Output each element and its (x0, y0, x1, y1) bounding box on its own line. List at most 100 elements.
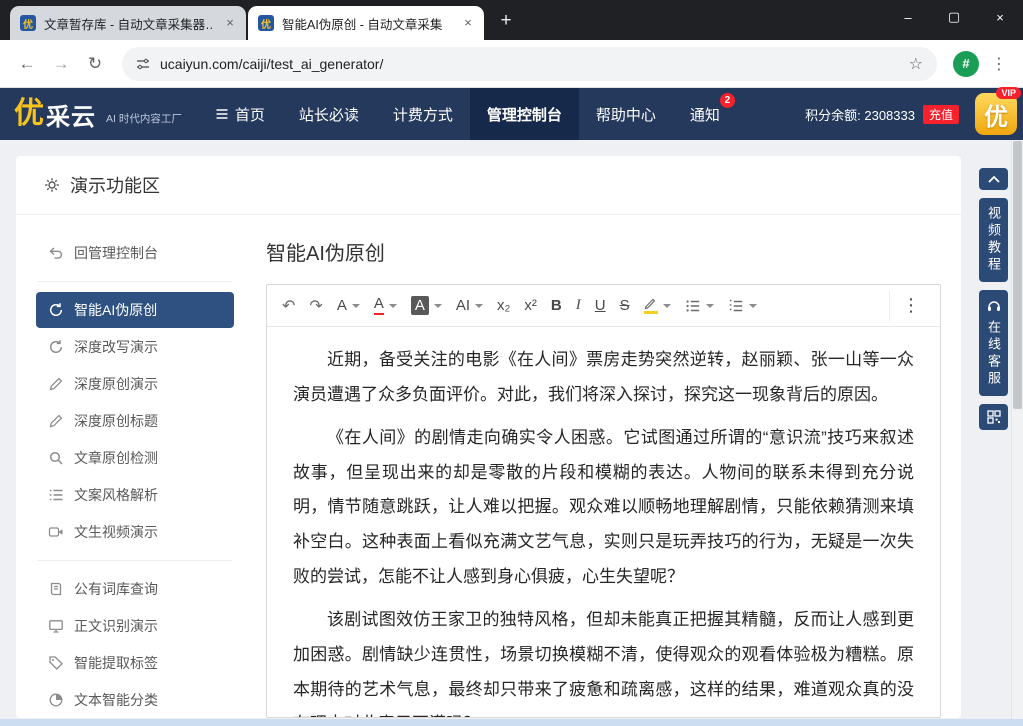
nav-item-console[interactable]: 管理控制台 (470, 88, 579, 140)
sidebar-item-content-extract[interactable]: 正文识别演示 (36, 608, 234, 644)
redo-button[interactable]: ↷ (302, 291, 329, 321)
divider (38, 281, 232, 282)
sidebar-item-text-to-video[interactable]: 文生视频演示 (36, 514, 234, 550)
italic-button[interactable]: I (569, 291, 588, 321)
font-color-button[interactable]: A (367, 291, 404, 321)
more-options-button[interactable]: ⋮ (889, 291, 932, 321)
qr-code-icon (987, 410, 1001, 424)
profile-avatar[interactable]: # (953, 51, 979, 77)
nav-item-pricing[interactable]: 计费方式 (376, 88, 470, 140)
new-tab-button[interactable]: + (492, 7, 520, 35)
section-title: 演示功能区 (70, 172, 160, 198)
reload-button[interactable]: ↻ (80, 49, 110, 79)
rail-label: 视频教程 (987, 206, 1000, 274)
book-icon (48, 581, 64, 597)
back-button[interactable]: ← (12, 49, 42, 79)
forward-button[interactable]: → (46, 49, 76, 79)
nav-label: 计费方式 (393, 104, 453, 125)
bold-button[interactable]: B (544, 291, 569, 321)
browser-tab-1[interactable]: 优 文章暂存库 - 自动文章采集器… × (10, 6, 246, 40)
bullet-list-button[interactable] (678, 291, 721, 321)
sidebar-item-label: 回管理控制台 (74, 243, 158, 263)
editor-toolbar: ↶ ↷ A A A AI x₂ x² B I U S (267, 285, 940, 327)
sidebar-item-deep-original[interactable]: 深度原创演示 (36, 366, 234, 402)
online-service-button[interactable]: 在线客服 (979, 290, 1008, 396)
chevron-down-icon (389, 304, 397, 308)
notification-badge: 2 (720, 93, 735, 108)
nav-item-help[interactable]: 帮助中心 (579, 88, 673, 140)
subscript-button[interactable]: x₂ (490, 291, 517, 321)
nav-label: 帮助中心 (596, 104, 656, 125)
browser-tab-2[interactable]: 优 智能AI伪原创 - 自动文章采集 × (248, 6, 484, 40)
strikethrough-button[interactable]: S (613, 291, 637, 321)
site-settings-icon[interactable] (136, 57, 150, 71)
chevron-up-icon (987, 174, 1001, 184)
ordered-list-button[interactable] (721, 291, 764, 321)
underline-button[interactable]: U (588, 291, 613, 321)
address-bar[interactable]: ucaiyun.com/caiji/test_ai_generator/ ☆ (122, 47, 937, 81)
maximize-button[interactable]: ▢ (931, 0, 977, 34)
sidebar-item-text-classify[interactable]: 文本智能分类 (36, 682, 234, 718)
window-controls: – ▢ × (885, 0, 1023, 34)
font-color-icon: A (374, 296, 384, 315)
bookmark-star-icon[interactable]: ☆ (909, 54, 923, 74)
vip-badge[interactable]: 优 VIP (975, 93, 1017, 135)
site-logo[interactable]: 优 采云 AI 时代内容工厂 (14, 88, 182, 140)
sidebar-item-original-title[interactable]: 深度原创标题 (36, 403, 234, 439)
monitor-icon (48, 618, 64, 634)
editor-paragraph: 近期，备受关注的电影《在人间》票房走势突然逆转，赵丽颖、张一山等一众演员遭遇了众… (293, 343, 914, 413)
sidebar-item-label: 文本智能分类 (74, 690, 158, 710)
close-tab-icon[interactable]: × (460, 15, 476, 31)
sidebar-back-to-console[interactable]: 回管理控制台 (36, 235, 234, 271)
heading-button[interactable]: A (330, 291, 367, 321)
font-size-icon: AI (456, 297, 470, 314)
rail-label: 在线客服 (987, 320, 1000, 388)
sidebar-item-label: 深度原创演示 (74, 374, 158, 394)
sidebar-item-ai-paraphrase[interactable]: 智能AI伪原创 (36, 292, 234, 328)
undo-button[interactable]: ↶ (275, 291, 302, 321)
font-size-button[interactable]: AI (449, 291, 490, 321)
points-balance: 积分余额: 2308333 (805, 105, 915, 124)
page-title: 智能AI伪原创 (266, 237, 941, 266)
sidebar-item-label: 深度原创标题 (74, 411, 158, 431)
site-tagline: AI 时代内容工厂 (106, 111, 182, 126)
scroll-top-button[interactable] (979, 168, 1008, 190)
chevron-down-icon (352, 304, 360, 308)
recharge-button[interactable]: 充值 (923, 105, 959, 124)
sidebar-item-tag-extract[interactable]: 智能提取标签 (36, 645, 234, 681)
site-favicon: 优 (20, 15, 36, 31)
sidebar-item-deep-rewrite[interactable]: 深度改写演示 (36, 329, 234, 365)
video-tutorial-button[interactable]: 视频教程 (979, 198, 1008, 282)
qr-code-button[interactable] (979, 404, 1008, 430)
minimize-button[interactable]: – (885, 0, 931, 34)
superscript-button[interactable]: x² (517, 291, 544, 321)
sidebar-item-public-lexicon[interactable]: 公有词库查询 (36, 571, 234, 607)
sync-icon (48, 339, 64, 355)
highlight-button[interactable] (637, 291, 678, 321)
sidebar-item-label: 公有词库查询 (74, 579, 158, 599)
tab-title: 智能AI伪原创 - 自动文章采集 (282, 14, 452, 33)
strikethrough-icon: S (620, 297, 630, 314)
nav-item-must-read[interactable]: 站长必读 (282, 88, 376, 140)
sidebar-item-originality-check[interactable]: 文章原创检测 (36, 440, 234, 476)
sidebar-item-label: 智能提取标签 (74, 653, 158, 673)
close-window-button[interactable]: × (977, 0, 1023, 34)
sidebar-item-label: 智能AI伪原创 (74, 300, 157, 320)
browser-menu-icon[interactable]: ⋮ (987, 54, 1011, 74)
bg-color-button[interactable]: A (404, 291, 449, 321)
url-text[interactable]: ucaiyun.com/caiji/test_ai_generator/ (160, 56, 383, 72)
vertical-scrollbar (1011, 140, 1023, 719)
editor-content[interactable]: 近期，备受关注的电影《在人间》票房走势突然逆转，赵丽颖、张一山等一众演员遭遇了众… (267, 327, 940, 717)
superscript-icon: x² (524, 297, 537, 314)
nav-item-notifications[interactable]: 通知 2 (673, 88, 737, 140)
sync-icon (48, 302, 64, 318)
scrollbar-thumb[interactable] (1013, 141, 1022, 409)
nav-item-home[interactable]: 首页 (198, 88, 282, 140)
bg-color-icon: A (411, 296, 429, 316)
sidebar-item-style-analysis[interactable]: 文案风格解析 (36, 477, 234, 513)
bottom-strip (0, 719, 1023, 726)
pie-chart-icon (48, 692, 64, 708)
nav-label: 管理控制台 (487, 104, 562, 125)
close-tab-icon[interactable]: × (222, 15, 238, 31)
card-header: 演示功能区 (16, 156, 961, 215)
